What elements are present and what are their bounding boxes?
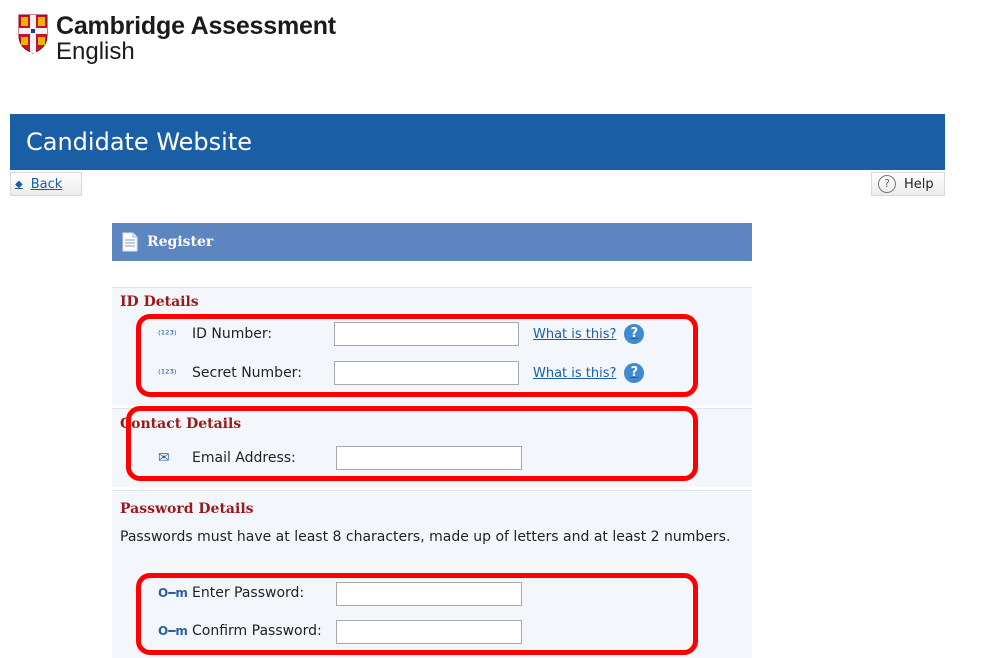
brand-org: Cambridge Assessment [56, 12, 336, 40]
brand-logo: Cambridge Assessment English [18, 14, 336, 64]
what-is-this-link[interactable]: What is this? ? [533, 324, 645, 344]
enter-password-input[interactable] [336, 582, 522, 606]
back-label: Back [30, 176, 63, 192]
section-title: Contact Details [120, 416, 242, 432]
email-row: ✉ Email Address: [158, 450, 296, 466]
toolbar: ◆ Back ? Help [10, 172, 945, 196]
email-field[interactable] [336, 446, 522, 470]
email-label: Email Address: [192, 450, 296, 466]
what-is-this-label: What is this? [533, 326, 617, 342]
secret-number-row: ⁽¹²³⁾ Secret Number: [158, 365, 302, 381]
key-icon: O━m [158, 586, 188, 600]
confirm-password-input[interactable] [336, 620, 522, 644]
password-details-section: Password Details Passwords must have at … [112, 490, 752, 658]
question-icon[interactable]: ? [624, 324, 645, 344]
123-icon: ⁽¹²³⁾ [158, 366, 177, 380]
enter-password-label: Enter Password: [192, 585, 305, 601]
crest-icon [18, 14, 48, 54]
password-rules: Passwords must have at least 8 character… [120, 529, 731, 545]
id-number-input[interactable] [334, 322, 519, 346]
id-number-label: ID Number: [192, 326, 273, 342]
help-button[interactable]: ? Help [871, 172, 945, 196]
enter-password-row: O━m Enter Password: [158, 585, 304, 601]
register-panel: Register [112, 223, 752, 261]
help-label: Help [904, 176, 934, 192]
envelope-icon: ✉ [158, 450, 170, 466]
section-title: ID Details [120, 294, 199, 310]
key-icon: O━m [158, 624, 188, 638]
123-icon: ⁽¹²³⁾ [158, 327, 177, 341]
what-is-this-link[interactable]: What is this? ? [533, 363, 645, 383]
site-banner: Candidate Website [10, 114, 945, 170]
back-button[interactable]: ◆ Back [10, 172, 82, 196]
id-number-row: ⁽¹²³⁾ ID Number: [158, 326, 272, 342]
register-header: Register [112, 223, 752, 261]
confirm-password-label: Confirm Password: [192, 623, 322, 639]
help-icon: ? [878, 175, 896, 193]
secret-number-input[interactable] [334, 361, 519, 385]
what-is-this-label: What is this? [533, 365, 617, 381]
id-details-section: ID Details ⁽¹²³⁾ ID Number: What is this… [112, 287, 752, 405]
contact-details-section: Contact Details ✉ Email Address: [112, 408, 752, 487]
secret-number-label: Secret Number: [192, 365, 302, 381]
brand-sub: English [56, 38, 135, 65]
back-arrow-icon: ◆ [15, 178, 23, 190]
section-title: Password Details [120, 501, 254, 517]
page-title: Candidate Website [26, 128, 252, 156]
register-title: Register [147, 234, 214, 250]
confirm-password-row: O━m Confirm Password: [158, 623, 322, 639]
document-icon [122, 232, 138, 252]
question-icon[interactable]: ? [624, 363, 645, 383]
